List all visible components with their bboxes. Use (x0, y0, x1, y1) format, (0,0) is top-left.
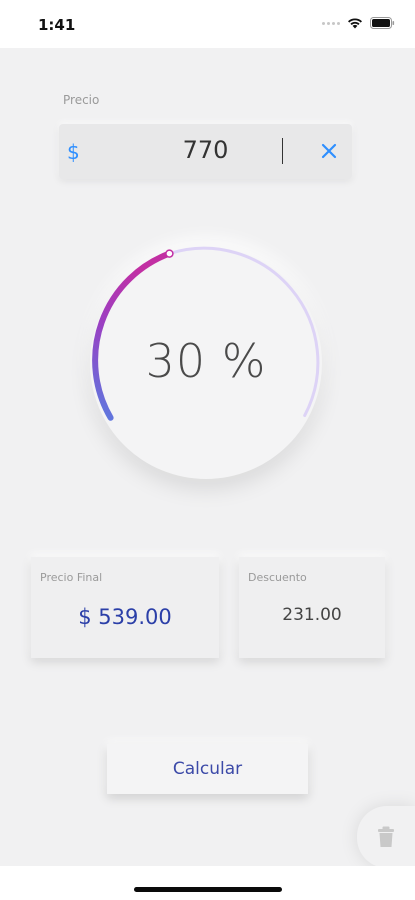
trash-icon (378, 826, 394, 847)
bottom-area (0, 866, 415, 900)
final-price-card: Precio Final $ 539.00 (31, 557, 219, 658)
price-input[interactable]: $ 770 (59, 124, 352, 179)
discount-percent-value: 30 % (145, 334, 267, 388)
delete-button[interactable] (357, 806, 415, 868)
price-value[interactable]: 770 (59, 136, 352, 164)
status-bar: 1:41 (0, 0, 415, 48)
discount-value: 231.00 (282, 605, 342, 625)
dial-handle (165, 249, 174, 258)
status-icons (322, 17, 395, 29)
text-cursor (282, 138, 283, 164)
final-price-label: Precio Final (40, 571, 103, 584)
discount-dial[interactable]: 30 % (80, 237, 332, 489)
dial-track (167, 246, 320, 417)
cellular-signal-icon (322, 21, 340, 25)
close-icon[interactable] (319, 141, 339, 161)
calculate-button[interactable]: Calcular (107, 744, 308, 794)
status-time: 1:41 (38, 16, 76, 34)
price-label: Precio (63, 93, 100, 107)
discount-card: Descuento 231.00 (239, 557, 385, 658)
battery-icon (370, 17, 395, 29)
wifi-icon (348, 18, 362, 29)
final-price-value: $ 539.00 (78, 605, 172, 629)
discount-label: Descuento (248, 571, 307, 584)
home-indicator[interactable] (134, 887, 282, 892)
